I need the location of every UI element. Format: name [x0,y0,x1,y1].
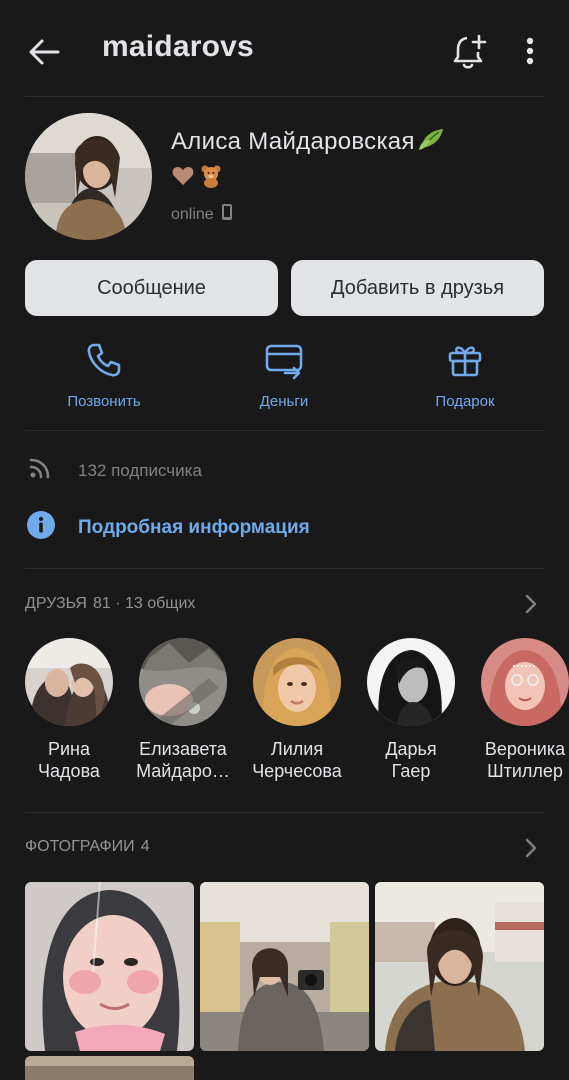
profile-name: Алиса Майдаровская [171,126,445,159]
friends-header[interactable]: ДРУЗЬЯ 81 · 13 общих [25,595,195,613]
online-status: online [171,203,233,226]
heart-emoji-icon [171,164,195,193]
rss-icon [28,456,52,485]
divider [25,96,544,97]
photos-count: 4 [140,838,150,855]
bell-plus-icon[interactable] [448,30,492,74]
gift-action[interactable]: Подарок [395,340,535,410]
call-action[interactable]: Позвонить [34,340,174,410]
page-title: maidarovs [102,30,254,63]
friend-avatar [481,638,569,726]
chevron-right-icon[interactable] [521,592,541,616]
teddy-bear-emoji-icon [199,164,223,193]
friend-avatar [139,638,227,726]
friend-item[interactable]: Елизавета Майдаро… [125,638,241,782]
info-icon [26,510,56,545]
money-action[interactable]: Деньги [214,340,354,410]
friends-count: 81 · 13 общих [92,595,196,612]
details-link: Подробная информация [78,516,310,538]
friend-item[interactable]: Вероника Штиллер [467,638,569,782]
friend-name: Дарья Гаер [385,739,437,781]
followers-count: 132 подписчика [78,460,202,480]
top-bar: maidarovs [0,0,569,96]
phone-icon [221,203,233,226]
divider [25,568,544,569]
friend-name: Елизавета Майдаро… [136,739,230,781]
add-friend-button[interactable]: Добавить в друзья [291,260,544,316]
friend-avatar [253,638,341,726]
phone-call-icon [84,340,124,385]
photo-thumbnail[interactable] [25,882,194,1051]
friend-item[interactable]: Дарья Гаер [353,638,469,782]
friend-name: Вероника Штиллер [484,739,566,781]
emoji-row [171,164,223,193]
more-vertical-icon[interactable] [512,30,548,74]
leaf-emoji-icon [417,126,445,159]
money-transfer-icon [263,340,305,385]
divider [25,430,544,431]
photo-thumbnail[interactable] [25,1056,194,1080]
divider [25,812,544,813]
call-label: Позвонить [67,393,141,410]
friend-name: Рина Чадова [38,739,100,781]
photo-thumbnail[interactable] [200,882,369,1051]
profile-avatar[interactable] [25,113,152,240]
gift-icon [445,340,485,385]
friend-item[interactable]: Рина Чадова [11,638,127,782]
photo-thumbnail[interactable] [375,882,544,1051]
photos-header[interactable]: ФОТОГРАФИИ 4 [25,838,150,856]
message-button[interactable]: Сообщение [25,260,278,316]
money-label: Деньги [259,393,309,410]
friend-avatar [25,638,113,726]
friend-item[interactable]: Лилия Черчесова [239,638,355,782]
friend-name: Лилия Черчесова [252,739,342,781]
friend-avatar [367,638,455,726]
details-row[interactable]: Подробная информация [26,510,310,545]
followers-row[interactable]: 132 подписчика [28,456,202,485]
arrow-left-icon[interactable] [22,30,66,74]
gift-label: Подарок [435,393,495,410]
chevron-right-icon[interactable] [521,836,541,860]
